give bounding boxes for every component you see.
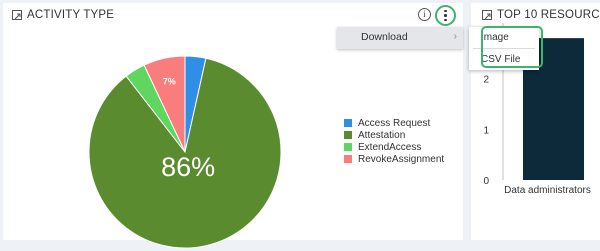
info-icon[interactable]: i [418,8,431,21]
y-tick-label: 0 [483,176,489,187]
legend-label: Attestation [358,129,406,141]
legend-item[interactable]: ExtendAccess [344,141,444,153]
more-options-button[interactable] [435,5,456,26]
legend-swatch [344,119,352,127]
pie-data-label: 86% [161,152,215,182]
legend-item[interactable]: Attestation [344,129,444,141]
activity-legend: Access Request Attestation ExtendAccess Rev… [344,117,444,165]
submenu-highlight-outline [481,26,543,68]
activity-type-header: ACTIVITY TYPE [12,9,114,21]
y-tick-label: 1 [483,125,489,136]
legend-swatch [344,143,352,151]
legend-label: ExtendAccess [358,141,422,153]
download-label: Download [361,31,408,43]
legend-item[interactable]: RevokeAssignment [344,153,444,165]
legend-label: Access Request [358,117,431,129]
legend-swatch [344,131,352,139]
x-tick-label: Data administrators [504,185,591,196]
pie-data-label: 7% [163,77,176,87]
activity-type-title: ACTIVITY TYPE [27,9,115,21]
legend-swatch [344,155,352,163]
y-tick-label: 2 [483,75,489,86]
legend-item[interactable]: Access Request [344,117,444,129]
chevron-right-icon: › [453,31,457,42]
expand-icon[interactable] [12,10,22,20]
legend-label: RevokeAssignment [358,153,445,165]
activity-pie-chart: 86% 7% [88,55,282,249]
download-menu-item[interactable]: Download › [337,27,463,49]
